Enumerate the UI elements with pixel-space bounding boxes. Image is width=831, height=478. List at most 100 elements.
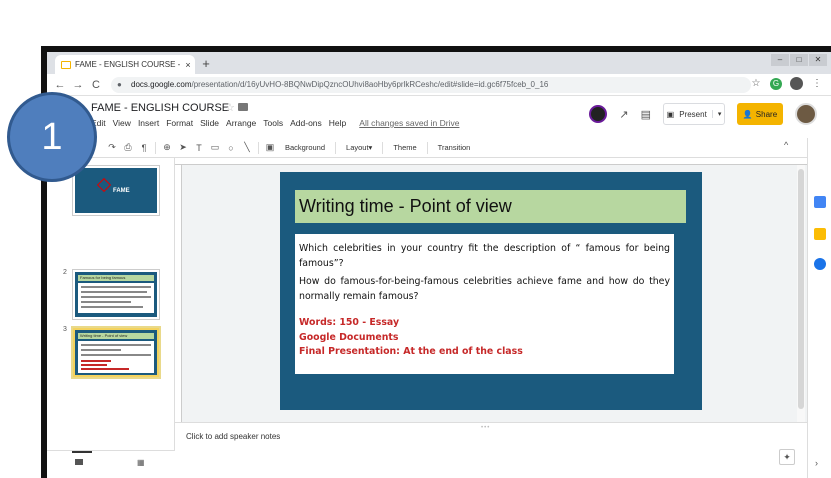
toolbar-divider [155,141,156,154]
menu-help[interactable]: Help [329,118,346,128]
slide-canvas: Writing time - Point of view Which celeb… [175,158,807,422]
share-person-icon: 👤 [742,109,753,119]
slide-number-3: 3 [63,326,67,333]
vertical-ruler [175,165,182,422]
header-actions: ↗ ▤ ▣ Present ▾ 👤 Share [589,103,817,125]
menu-insert[interactable]: Insert [138,118,159,128]
speaker-notes[interactable]: ••• Click to add speaker notes ✦ [175,422,807,478]
minimize-button[interactable]: – [771,54,789,66]
url-input[interactable]: ● docs.google.com/presentation/d/16yUvHO… [111,77,751,93]
browser-tab[interactable]: FAME - ENGLISH COURSE - Goo × [55,55,195,74]
tab-strip: FAME - ENGLISH COURSE - Goo × + – □ ✕ [47,52,831,74]
maximize-button[interactable]: □ [790,54,808,66]
toolbar-divider [382,141,384,154]
scrollbar-thumb[interactable] [798,169,804,409]
shape-icon[interactable]: ○ [226,143,236,153]
slides-favicon-icon [61,60,71,69]
background-button[interactable]: Background [281,143,329,152]
profile-avatar[interactable] [790,77,803,90]
horizontal-ruler [175,158,807,165]
star-icon[interactable]: ☆ [225,101,235,114]
activity-icon[interactable]: ↗ [619,108,628,121]
grid-view-icon[interactable]: ▦ [137,458,145,467]
paint-format-icon[interactable]: ¶ [139,143,149,153]
keep-icon[interactable] [814,228,826,240]
tab-close-icon[interactable]: × [181,60,195,70]
url-path: /presentation/d/16yUvHO-8BQNwDipQzncOUhv… [191,80,549,89]
notes-resize-handle[interactable]: ••• [481,425,490,431]
expand-panel-icon[interactable]: › [815,458,818,468]
view-indicator [72,451,92,453]
document-title[interactable]: FAME - ENGLISH COURSE [91,102,229,114]
slide-thumbnail-2[interactable]: Famous for being famous [72,269,160,320]
word-count-line: Words: 150 - Essay [299,317,400,328]
present-icon: ▣ [666,109,675,119]
share-button[interactable]: 👤 Share [737,103,783,125]
editing-toolbar: ↷ ⎙ ¶ ⊕ ➤ T ▭ ○ ╲ ▣ Background Layout▾ T… [47,138,807,158]
slides-header: FAME - ENGLISH COURSE ☆ Edit View Insert… [47,96,831,138]
canvas-scrollbar[interactable] [797,165,805,422]
folder-icon[interactable] [238,103,248,111]
line-icon[interactable]: ╲ [242,142,252,153]
layout-button[interactable]: Layout▾ [342,143,376,152]
extension-icon[interactable]: G [770,77,782,90]
menu-addons[interactable]: Add-ons [290,118,322,128]
transition-button[interactable]: Transition [434,143,475,152]
share-label: Share [755,109,778,119]
comments-icon[interactable]: ▤ [641,108,651,121]
google-docs-line: Google Documents [299,331,399,343]
back-button[interactable]: ← [53,77,67,93]
forward-button[interactable]: → [71,77,85,93]
toolbar-divider [258,141,259,154]
filmstrip-footer: ▦ [47,450,175,478]
browser-actions: ☆ G ⋮ [750,77,823,90]
close-window-button[interactable]: ✕ [809,54,827,66]
menu-arrange[interactable]: Arrange [226,118,256,128]
select-icon[interactable]: ➤ [178,142,188,153]
slide-thumbnail-1[interactable]: FAME [72,165,160,216]
explore-icon[interactable]: ✦ [779,449,795,465]
speaker-notes-placeholder[interactable]: Click to add speaker notes [186,432,280,441]
print-icon[interactable]: ⎙ [123,142,133,153]
toolbar-divider [335,141,337,154]
calendar-icon[interactable] [814,196,826,208]
filmstrip-view-icon[interactable] [75,459,83,465]
address-bar-row: ← → C ● docs.google.com/presentation/d/1… [47,74,831,96]
menu-bar: Edit View Insert Format Slide Arrange To… [91,118,459,128]
question-1: Which celebrities in your country fit th… [299,243,670,269]
zoom-icon[interactable]: ⊕ [162,142,172,153]
redo-icon[interactable]: ↷ [107,142,117,153]
user-avatar[interactable] [795,103,817,125]
present-button[interactable]: ▣ Present ▾ [663,103,725,125]
present-label: Present [679,109,707,119]
menu-format[interactable]: Format [166,118,193,128]
slide-number-2: 2 [63,269,67,276]
bookmark-star-icon[interactable]: ☆ [750,78,762,89]
current-slide[interactable]: Writing time - Point of view Which celeb… [280,172,702,410]
side-panel: › [807,138,831,478]
thumbnail-2-header: Famous for being famous [78,275,154,281]
present-dropdown-icon[interactable]: ▾ [711,110,721,118]
browser-menu-icon[interactable]: ⋮ [811,78,823,89]
url-domain: docs.google.com [131,80,192,89]
menu-view[interactable]: View [113,118,131,128]
slide-title[interactable]: Writing time - Point of view [295,190,686,223]
question-2: How do famous-for-being-famous celebriti… [299,276,670,302]
menu-slide[interactable]: Slide [200,118,219,128]
lock-icon: ● [117,80,122,89]
collapse-toolbar-icon[interactable]: ^ [784,140,788,150]
slide-body[interactable]: Which celebrities in your country fit th… [295,234,674,374]
reload-button[interactable]: C [89,77,103,93]
browser-window: FAME - ENGLISH COURSE - Goo × + – □ ✕ ← … [47,52,831,478]
save-status[interactable]: All changes saved in Drive [359,118,459,128]
tasks-icon[interactable] [814,258,826,270]
slide-thumbnail-3[interactable]: Writing time - Point of view [71,326,161,379]
image-icon[interactable]: ▭ [210,142,220,153]
text-box-icon[interactable]: T [194,143,204,153]
thumbnail-1-title: FAME [113,188,130,194]
new-tab-button[interactable]: + [199,57,213,71]
comment-add-icon[interactable]: ▣ [265,142,275,153]
collaborator-avatar[interactable] [589,105,608,123]
theme-button[interactable]: Theme [389,143,420,152]
menu-tools[interactable]: Tools [263,118,283,128]
